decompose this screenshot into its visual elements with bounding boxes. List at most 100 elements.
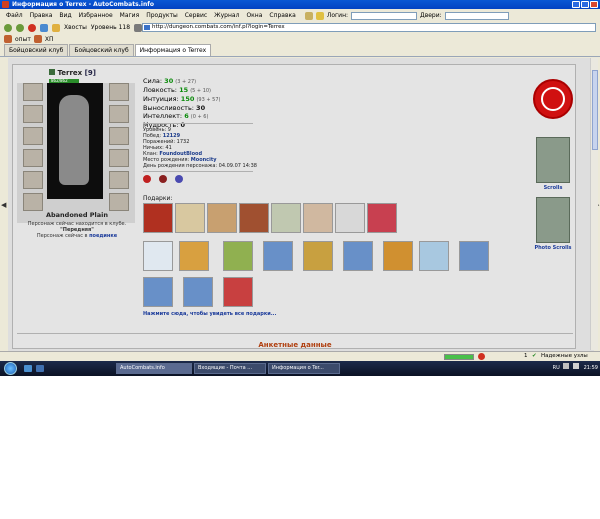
tabs-bar: Бойцовский клуб Бойцовский клуб Информац… — [0, 44, 600, 57]
photo-scrolls-label[interactable]: Photo Scrolls — [533, 245, 573, 251]
maximize-button[interactable] — [581, 1, 589, 8]
vertical-scrollbar[interactable] — [590, 58, 598, 350]
level-label[interactable]: Уровень 118 — [91, 24, 130, 31]
helmet-slot[interactable] — [23, 83, 43, 101]
gift-item[interactable] — [143, 203, 173, 233]
gift-item[interactable] — [223, 277, 253, 307]
link-item-hp[interactable]: ХП — [45, 36, 54, 43]
page-icon — [144, 25, 150, 30]
gift-item[interactable] — [143, 277, 173, 307]
badge-icon[interactable] — [159, 175, 167, 183]
gift-item[interactable] — [143, 241, 173, 271]
gift-item[interactable] — [303, 203, 333, 233]
lock-icon[interactable] — [315, 11, 324, 20]
tab-club-2[interactable]: Бойцовский клуб — [69, 44, 134, 56]
gift-item[interactable] — [459, 241, 489, 271]
doors-label: Двери: — [420, 12, 442, 19]
menu-products[interactable]: Продукты — [146, 12, 178, 19]
align-icon — [49, 69, 55, 75]
stop-icon[interactable] — [28, 23, 36, 32]
gift-item[interactable] — [419, 241, 449, 271]
volume-icon[interactable] — [572, 363, 579, 369]
gift-item[interactable] — [239, 203, 269, 233]
task-mail[interactable]: Входящие - Почта ... — [194, 363, 266, 374]
task-info[interactable]: Информация о Ter... — [268, 363, 340, 374]
menu-favorites[interactable]: Избранное — [79, 12, 113, 19]
menu-windows[interactable]: Окна — [246, 12, 262, 19]
weapon-slot[interactable] — [23, 105, 43, 123]
menu-view[interactable]: Вид — [59, 12, 71, 19]
archer-icon[interactable] — [533, 79, 573, 119]
fight-link[interactable]: поединке — [89, 233, 117, 239]
badge-icon[interactable] — [143, 175, 151, 183]
window-titlebar: Информация о Terrex - AutoCombats.info — [0, 0, 600, 9]
ring-slot[interactable] — [23, 193, 43, 211]
armor-slot[interactable] — [23, 127, 43, 145]
divider — [143, 123, 253, 124]
scrolls-banner[interactable] — [536, 137, 570, 183]
gift-item[interactable] — [263, 241, 293, 271]
link-item-exp[interactable]: опыт — [15, 36, 31, 43]
gift-item[interactable] — [179, 241, 209, 271]
gift-item[interactable] — [303, 241, 333, 271]
back-icon[interactable] — [4, 23, 12, 32]
belt-slot[interactable] — [23, 149, 43, 167]
gift-item[interactable] — [183, 277, 213, 307]
language-indicator[interactable]: RU — [553, 365, 560, 371]
refresh-icon[interactable] — [40, 23, 48, 32]
favorites-icon[interactable] — [52, 23, 60, 32]
left-arrow-icon[interactable]: ◀ — [1, 200, 7, 210]
gift-item[interactable] — [271, 203, 301, 233]
menu-file[interactable]: Файл — [6, 12, 23, 19]
gift-item[interactable] — [343, 241, 373, 271]
section-title: Анкетные данные — [258, 341, 332, 349]
block-icon — [478, 353, 485, 360]
photo-scrolls-banner[interactable] — [536, 197, 570, 243]
tab-info[interactable]: Информация о Terrex — [134, 44, 212, 56]
close-button[interactable] — [590, 1, 598, 8]
badges — [143, 175, 183, 183]
links-bar: опыт ХП — [0, 34, 600, 44]
menu-help[interactable]: Справка — [269, 12, 295, 19]
quicklaunch-icon[interactable] — [36, 365, 44, 372]
menu-service[interactable]: Сервис — [185, 12, 207, 19]
login-combo[interactable] — [351, 11, 418, 20]
doors-combo[interactable] — [444, 11, 509, 20]
menu-magic[interactable]: Магия — [120, 12, 140, 19]
network-icon[interactable] — [563, 363, 570, 369]
gift-item[interactable] — [335, 203, 365, 233]
page-content: Terrex [9] 862/862 Abandoned Plain Персо… — [8, 58, 594, 351]
tools-icon[interactable] — [134, 23, 143, 32]
quicklaunch-icon[interactable] — [24, 365, 32, 372]
task-autocombats[interactable]: AutoCombats.info — [116, 363, 192, 374]
boots-slot[interactable] — [109, 193, 129, 211]
shield-slot[interactable] — [109, 127, 129, 145]
amulet-slot[interactable] — [109, 105, 129, 123]
home-icon[interactable] — [304, 11, 313, 20]
info-block: Уровень: 9 Побед: 12129 Поражений: 1732 … — [143, 127, 257, 169]
gift-item[interactable] — [223, 241, 253, 271]
gift-item[interactable] — [175, 203, 205, 233]
scrolls-label[interactable]: Scrolls — [533, 185, 573, 191]
gloves-slot[interactable] — [23, 171, 43, 189]
tab-club-1[interactable]: Бойцовский клуб — [4, 44, 69, 56]
bracers-slot[interactable] — [109, 149, 129, 167]
gift-item[interactable] — [367, 203, 397, 233]
gift-item[interactable] — [207, 203, 237, 233]
legs-slot[interactable] — [109, 171, 129, 189]
minimize-button[interactable] — [572, 1, 580, 8]
forward-icon[interactable] — [16, 23, 24, 32]
scroll-thumb[interactable] — [592, 70, 598, 150]
menu-journal[interactable]: Журнал — [214, 12, 239, 19]
address-bar[interactable]: http://dungeon.combats.com/inf.pl?login=… — [142, 23, 596, 32]
favorites-label[interactable]: Хвосты — [64, 24, 87, 31]
gift-item[interactable] — [383, 241, 413, 271]
stats-block: Сила: 30 (3 + 27) Ловкость: 15 (5 + 10) … — [143, 77, 293, 129]
see-all-gifts-link[interactable]: Нажмите сюда, чтобы увидеть все подарки.… — [143, 311, 276, 317]
start-button[interactable] — [4, 362, 17, 375]
check-icon: ✔ — [532, 353, 537, 359]
earring-slot[interactable] — [109, 83, 129, 101]
menu-bar: Файл Правка Вид Избранное Магия Продукты… — [0, 10, 600, 21]
menu-edit[interactable]: Правка — [30, 12, 53, 19]
badge-icon[interactable] — [175, 175, 183, 183]
